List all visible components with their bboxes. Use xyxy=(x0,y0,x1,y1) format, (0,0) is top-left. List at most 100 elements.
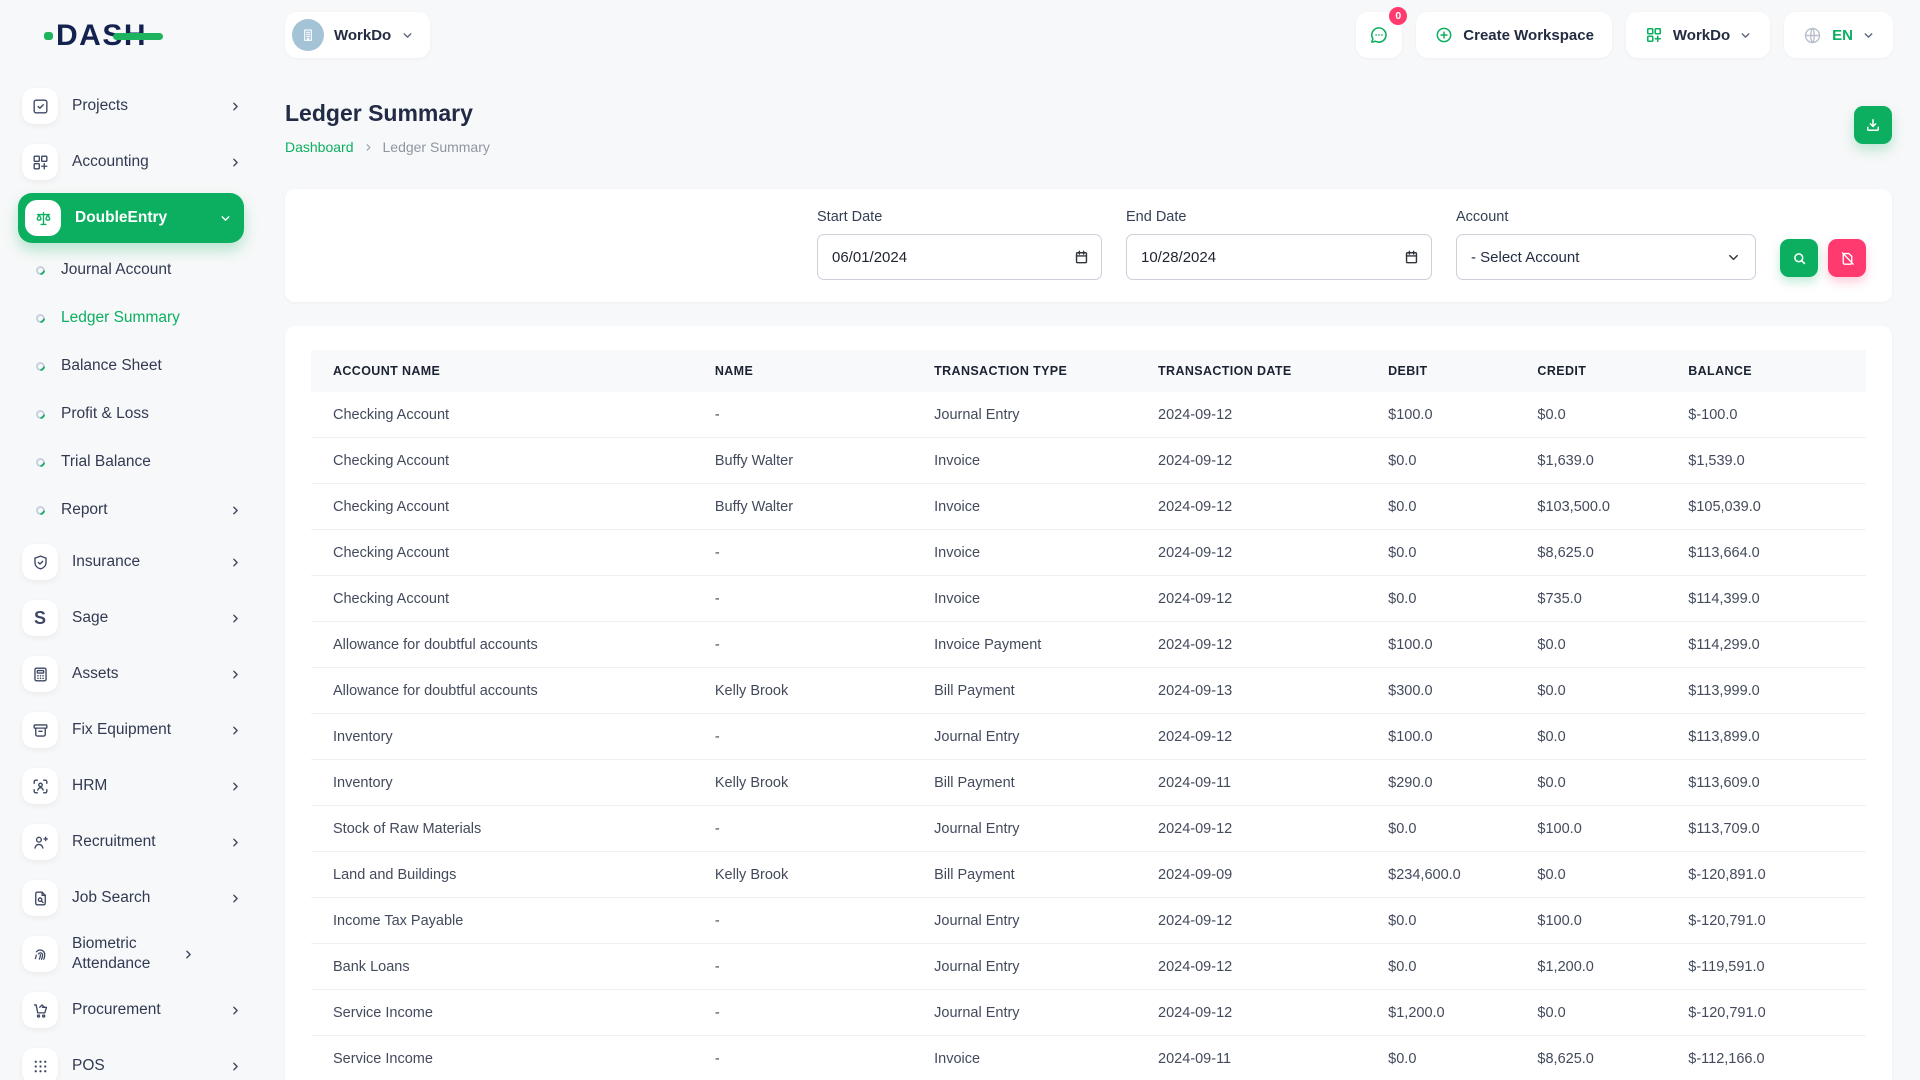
account-select[interactable]: - Select Account xyxy=(1456,234,1756,280)
sidebar-item-insurance[interactable]: Insurance xyxy=(22,534,242,590)
cell-debit: $0.0 xyxy=(1376,484,1525,530)
cell-debit: $300.0 xyxy=(1376,668,1525,714)
sidebar-item-accounting[interactable]: Accounting xyxy=(22,134,242,190)
sidebar-item-sage[interactable]: S Sage xyxy=(22,590,242,646)
cell-name: - xyxy=(703,714,922,760)
check-square-icon xyxy=(22,88,58,124)
sidebar-item-label: HRM xyxy=(72,776,215,796)
cell-balance: $-120,891.0 xyxy=(1676,852,1866,898)
reset-filter-button[interactable] xyxy=(1828,239,1866,277)
ledger-table: ACCOUNT NAME NAME TRANSACTION TYPE TRANS… xyxy=(311,350,1866,1080)
chevron-right-icon xyxy=(229,836,242,849)
cell-transaction-date: 2024-09-12 xyxy=(1146,576,1376,622)
sidebar-item-doubleentry[interactable]: DoubleEntry xyxy=(18,193,244,243)
sidebar-item-hrm[interactable]: HRM xyxy=(22,758,242,814)
cell-transaction-type: Journal Entry xyxy=(922,990,1146,1036)
cell-transaction-date: 2024-09-12 xyxy=(1146,944,1376,990)
cell-transaction-type: Invoice xyxy=(922,438,1146,484)
start-date-input[interactable] xyxy=(817,234,1102,280)
messages-badge: 0 xyxy=(1389,7,1407,25)
sidebar-subitem-report[interactable]: Report xyxy=(22,486,242,534)
sidebar-item-label: Fix Equipment xyxy=(72,720,215,740)
account-group: Account - Select Account xyxy=(1456,209,1756,280)
circle-dot-icon xyxy=(34,360,47,373)
cell-balance: $-120,791.0 xyxy=(1676,898,1866,944)
cell-transaction-type: Bill Payment xyxy=(922,852,1146,898)
table-row: Land and Buildings Kelly Brook Bill Paym… xyxy=(311,852,1866,898)
cell-transaction-date: 2024-09-12 xyxy=(1146,484,1376,530)
chevron-right-icon xyxy=(229,668,242,681)
table-row: Checking Account - Invoice 2024-09-12 $0… xyxy=(311,530,1866,576)
chevron-right-icon xyxy=(229,556,242,569)
circle-dot-icon xyxy=(34,264,47,277)
sidebar-item-label: Biometric Attendance xyxy=(72,934,168,974)
cell-debit: $0.0 xyxy=(1376,898,1525,944)
table-row: Inventory Kelly Brook Bill Payment 2024-… xyxy=(311,760,1866,806)
download-icon xyxy=(1864,116,1882,134)
cell-transaction-type: Bill Payment xyxy=(922,760,1146,806)
shopping-cart-icon xyxy=(22,992,58,1028)
cell-account-name: Stock of Raw Materials xyxy=(311,806,703,852)
sidebar-item-biometric-attendance[interactable]: Biometric Attendance xyxy=(22,926,242,982)
sidebar-subitem-ledger-summary[interactable]: Ledger Summary xyxy=(22,294,242,342)
cell-account-name: Bank Loans xyxy=(311,944,703,990)
table-row: Service Income - Journal Entry 2024-09-1… xyxy=(311,990,1866,1036)
cell-account-name: Checking Account xyxy=(311,438,703,484)
sidebar-subitem-balance-sheet[interactable]: Balance Sheet xyxy=(22,342,242,390)
breadcrumb-dashboard-link[interactable]: Dashboard xyxy=(285,139,354,155)
table-row: Checking Account Buffy Walter Invoice 20… xyxy=(311,484,1866,530)
cell-transaction-type: Invoice Payment xyxy=(922,622,1146,668)
cell-transaction-date: 2024-09-12 xyxy=(1146,898,1376,944)
brand-name: DASH xyxy=(56,21,147,51)
messages-button[interactable]: 0 xyxy=(1356,12,1402,58)
workspace-menu-label: WorkDo xyxy=(1673,27,1730,44)
sidebar-subitem-journal-account[interactable]: Journal Account xyxy=(22,246,242,294)
sidebar-subitem-profit-loss[interactable]: Profit & Loss xyxy=(22,390,242,438)
cell-transaction-date: 2024-09-12 xyxy=(1146,392,1376,438)
sidebar-subitem-label: Balance Sheet xyxy=(61,357,242,375)
workspace-selector[interactable]: WorkDo xyxy=(285,12,430,58)
sidebar-item-recruitment[interactable]: Recruitment xyxy=(22,814,242,870)
workspace-avatar xyxy=(292,19,324,51)
chevron-right-icon xyxy=(229,780,242,793)
cell-balance: $113,609.0 xyxy=(1676,760,1866,806)
create-workspace-button[interactable]: Create Workspace xyxy=(1416,12,1612,58)
cell-debit: $100.0 xyxy=(1376,392,1525,438)
grid-plus-icon xyxy=(22,144,58,180)
sidebar-item-procurement[interactable]: Procurement xyxy=(22,982,242,1038)
sidebar-subitem-label: Journal Account xyxy=(61,261,242,279)
circle-dot-icon xyxy=(34,504,47,517)
sidebar-item-fix-equipment[interactable]: Fix Equipment xyxy=(22,702,242,758)
sage-icon: S xyxy=(22,600,58,636)
cell-balance: $113,664.0 xyxy=(1676,530,1866,576)
sidebar-item-job-search[interactable]: Job Search xyxy=(22,870,242,926)
calculator-icon xyxy=(22,656,58,692)
cell-name: - xyxy=(703,806,922,852)
table-row: Checking Account - Invoice 2024-09-12 $0… xyxy=(311,576,1866,622)
sidebar-subitem-trial-balance[interactable]: Trial Balance xyxy=(22,438,242,486)
table-row: Allowance for doubtful accounts Kelly Br… xyxy=(311,668,1866,714)
brand-logo[interactable]: DASH xyxy=(0,0,262,72)
cell-credit: $0.0 xyxy=(1525,760,1676,806)
sidebar-item-pos[interactable]: POS xyxy=(22,1038,242,1080)
sidebar-item-label: Accounting xyxy=(72,152,215,172)
download-button[interactable] xyxy=(1854,106,1892,144)
file-search-icon xyxy=(22,880,58,916)
account-label: Account xyxy=(1456,209,1756,225)
chevron-down-icon xyxy=(1739,29,1752,42)
chevron-right-icon xyxy=(229,724,242,737)
cell-account-name: Checking Account xyxy=(311,530,703,576)
end-date-group: End Date xyxy=(1126,209,1432,280)
cell-transaction-type: Journal Entry xyxy=(922,806,1146,852)
workspace-menu-button[interactable]: WorkDo xyxy=(1626,12,1770,58)
cell-account-name: Inventory xyxy=(311,760,703,806)
col-balance: BALANCE xyxy=(1676,350,1866,392)
apply-filter-button[interactable] xyxy=(1780,239,1818,277)
end-date-input[interactable] xyxy=(1126,234,1432,280)
sidebar-item-projects[interactable]: Projects xyxy=(22,78,242,134)
sidebar-item-assets[interactable]: Assets xyxy=(22,646,242,702)
chevron-right-icon xyxy=(229,1060,242,1073)
chevron-down-icon xyxy=(1726,250,1741,265)
circle-dot-icon xyxy=(34,408,47,421)
language-selector[interactable]: EN xyxy=(1784,12,1893,58)
